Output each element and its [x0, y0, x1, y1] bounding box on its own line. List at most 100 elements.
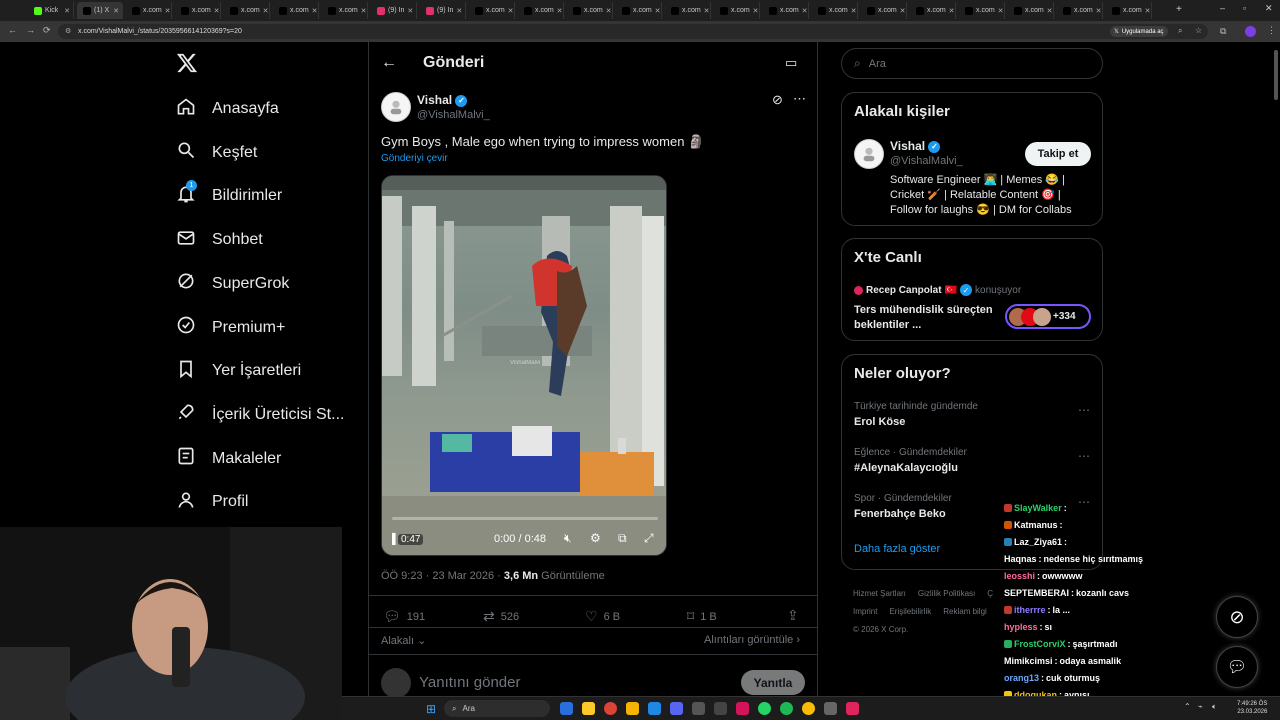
close-tab-icon[interactable]: ✕ — [456, 7, 462, 15]
close-tab-icon[interactable]: ✕ — [165, 7, 171, 15]
close-tab-icon[interactable]: ✕ — [113, 7, 119, 15]
steam-icon[interactable] — [714, 702, 727, 715]
browser-tab[interactable]: x.com ✕ — [910, 2, 956, 19]
bookmark-action[interactable]: ⌑ 1 B — [687, 608, 717, 625]
like-action[interactable]: ♡ 6 B — [585, 608, 620, 625]
trend-item[interactable]: Fenerbahçe Beko — [854, 508, 946, 520]
suggested-avatar[interactable] — [854, 139, 884, 169]
footer-link[interactable]: Gizlilik Politikası — [918, 589, 975, 598]
taskbar-search[interactable]: ⌕ Ara — [444, 700, 550, 717]
close-tab-icon[interactable]: ✕ — [1096, 7, 1102, 15]
forward-icon[interactable]: → — [26, 25, 35, 35]
share-icon[interactable]: ⇪ — [787, 607, 799, 624]
extensions-icon[interactable]: ⧉ — [1220, 26, 1226, 37]
star-icon[interactable]: ☆ — [1195, 26, 1202, 35]
trend-item[interactable]: Erol Köse — [854, 416, 905, 428]
sidebar-item-profil[interactable]: Profil — [176, 487, 248, 517]
search-input[interactable]: ⌕ Ara — [841, 48, 1103, 79]
author-name[interactable]: Vishal — [417, 93, 452, 107]
open-in-app-chip[interactable]: 𝕏 Uygulamada aç — [1110, 26, 1168, 37]
post-video[interactable]: VishalMalvi ▌ 0:47 0:00 / 0:48 🔇︎ ⚙ ⧉ ⤢ — [381, 175, 667, 556]
picture-in-picture-icon[interactable]: ⧉ — [618, 531, 627, 546]
fullscreen-icon[interactable]: ⤢ — [644, 531, 654, 546]
browser-tab[interactable]: x.com ✕ — [518, 2, 564, 19]
profile-avatar[interactable] — [1245, 26, 1256, 37]
browser-tab[interactable]: x.com ✕ — [567, 2, 613, 19]
grok-fab[interactable]: ⊘ — [1216, 596, 1258, 638]
sidebar-item-anasayfa[interactable]: Anasayfa — [176, 94, 279, 124]
suggested-name-row[interactable]: Vishal ✓ — [890, 139, 941, 153]
reply-action[interactable]: 💬︎ 191 — [383, 608, 425, 625]
repost-action[interactable]: ⇄ 526 — [483, 608, 519, 625]
suggested-handle[interactable]: @VishalMalvi_ — [890, 155, 963, 167]
video-progress-track[interactable] — [392, 517, 658, 520]
follow-button[interactable]: Takip et — [1025, 142, 1091, 166]
close-tab-icon[interactable]: ✕ — [900, 7, 906, 15]
close-tab-icon[interactable]: ✕ — [508, 7, 514, 15]
menu-icon[interactable]: ⋮ — [1267, 25, 1276, 36]
browser-tab[interactable]: x.com ✕ — [224, 2, 270, 19]
close-tab-icon[interactable]: ✕ — [606, 7, 612, 15]
app-icon[interactable] — [692, 702, 705, 715]
whatsapp-icon[interactable] — [758, 702, 771, 715]
sidebar-item-supergrok[interactable]: SuperGrok — [176, 269, 289, 299]
sidebar-item-yer-i-şaretleri[interactable]: Yer İşaretleri — [176, 356, 301, 386]
network-icon[interactable]: ⌁ — [1198, 702, 1203, 711]
view-quotes-link[interactable]: Alıntıları görüntüle › — [704, 634, 800, 646]
browser-tab[interactable]: x.com ✕ — [1057, 2, 1103, 19]
browser-tab[interactable]: x.com ✕ — [126, 2, 172, 19]
footer-link[interactable]: Hizmet Şartları — [853, 589, 906, 598]
close-tab-icon[interactable]: ✕ — [312, 7, 318, 15]
settings-icon[interactable]: ⚙ — [590, 531, 601, 545]
author-handle[interactable]: @VishalMalvi_ — [417, 109, 490, 121]
show-more-link[interactable]: Daha fazla göster — [854, 543, 940, 555]
live-topic[interactable]: Ters mühendislik süreçten beklentiler ..… — [854, 303, 994, 333]
browser-tab[interactable]: x.com ✕ — [273, 2, 319, 19]
x-logo-icon[interactable] — [176, 52, 198, 79]
browser-tab[interactable]: (9) In ✕ — [420, 2, 466, 19]
folder-icon[interactable] — [626, 702, 639, 715]
trend-item[interactable]: #AleynaKalaycıoğlu — [854, 462, 958, 474]
author-name-row[interactable]: Vishal ✓ — [417, 93, 468, 107]
browser-tab[interactable]: Kick ✕ — [28, 2, 74, 19]
edge-icon[interactable] — [648, 702, 661, 715]
footer-link[interactable]: Imprint — [853, 607, 877, 616]
grok-icon[interactable]: ⊘ — [772, 92, 783, 108]
reader-mode-icon[interactable]: ▭ — [785, 55, 797, 71]
app-icon[interactable] — [846, 702, 859, 715]
live-host-row[interactable]: Recep Canpolat 🇹🇷 ✓ konuşuyor — [854, 284, 1021, 296]
reload-icon[interactable]: ⟳ — [43, 25, 51, 36]
close-tab-icon[interactable]: ✕ — [1145, 7, 1151, 15]
app-icon[interactable] — [736, 702, 749, 715]
live-listeners-pill[interactable]: +334 — [1005, 304, 1091, 329]
mute-icon[interactable]: 🔇︎ — [564, 531, 572, 546]
spotify-icon[interactable] — [780, 702, 793, 715]
close-tab-icon[interactable]: ✕ — [557, 7, 563, 15]
more-options-icon[interactable]: ⋯ — [1078, 403, 1090, 417]
volume-icon[interactable]: 🔈︎ — [1212, 702, 1217, 712]
reply-button[interactable]: Yanıtla — [741, 670, 805, 695]
browser-tab[interactable]: x.com ✕ — [1106, 2, 1152, 19]
sidebar-item-i-çerik-üreticisi-st-[interactable]: İçerik Üreticisi St... — [176, 400, 344, 430]
author-avatar[interactable] — [381, 92, 411, 122]
minimize-button[interactable]: – — [1220, 3, 1225, 13]
more-options-icon[interactable]: ⋯ — [1078, 449, 1090, 463]
browser-tab[interactable]: x.com ✕ — [714, 2, 760, 19]
close-tab-icon[interactable]: ✕ — [361, 7, 367, 15]
browser-tab[interactable]: x.com ✕ — [469, 2, 515, 19]
new-tab-button[interactable]: + — [1176, 4, 1182, 15]
file-explorer-icon[interactable] — [582, 702, 595, 715]
back-arrow-icon[interactable]: ← — [381, 54, 397, 72]
taskbar-clock[interactable]: 7:49:26 ÖS 23.03.2026 — [1237, 700, 1267, 716]
close-tab-icon[interactable]: ✕ — [407, 7, 413, 15]
close-tab-icon[interactable]: ✕ — [704, 7, 710, 15]
close-tab-icon[interactable]: ✕ — [949, 7, 955, 15]
sidebar-item-keşfet[interactable]: Keşfet — [176, 138, 257, 168]
browser-tab[interactable]: (9) In ✕ — [371, 2, 417, 19]
obs-icon[interactable] — [824, 702, 837, 715]
browser-tab[interactable]: x.com ✕ — [861, 2, 907, 19]
sidebar-item-sohbet[interactable]: Sohbet — [176, 225, 263, 255]
suggested-name[interactable]: Vishal — [890, 139, 925, 153]
site-info-icon[interactable]: ⚙ — [65, 27, 71, 35]
close-tab-icon[interactable]: ✕ — [214, 7, 220, 15]
